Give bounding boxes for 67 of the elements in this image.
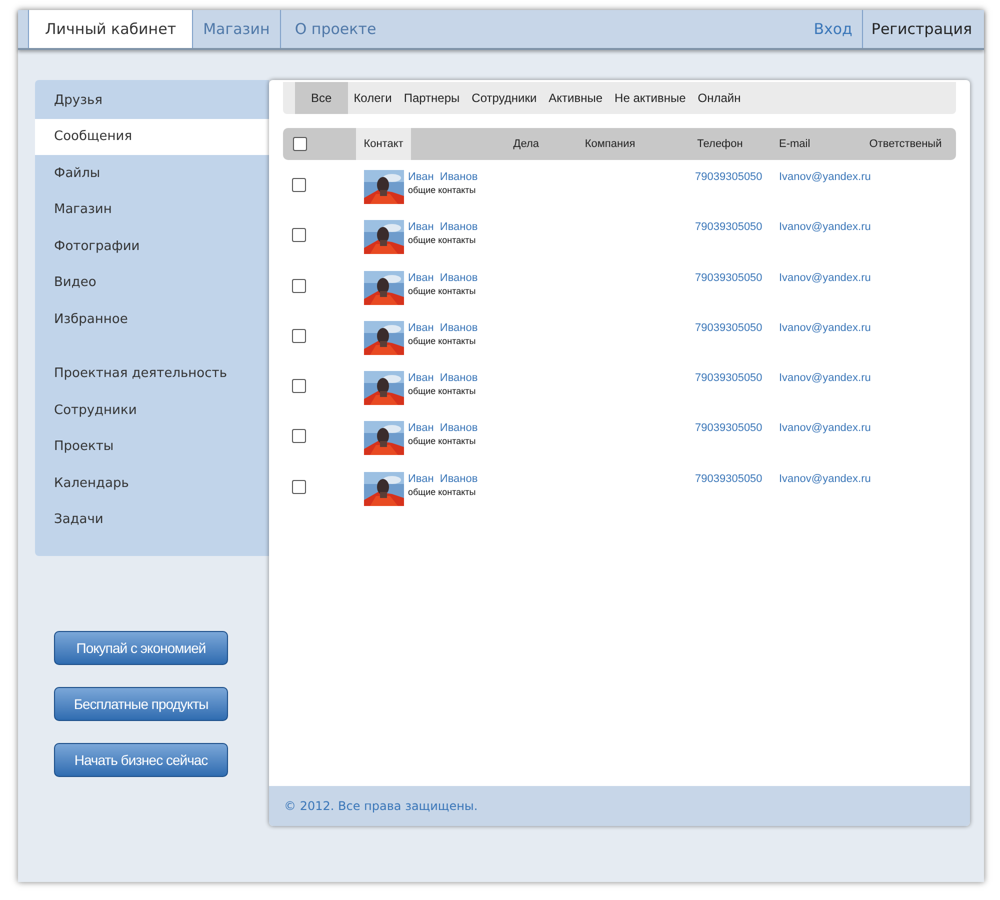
sidebar-item[interactable]: Сотрудники: [35, 392, 269, 428]
sidebar-item[interactable]: Файлы: [35, 155, 269, 192]
copyright-text: © 2012. Все права защищены.: [284, 798, 478, 815]
phone-cell-text: 79039305050: [694, 421, 764, 436]
contact-group: общие контакты: [408, 334, 478, 347]
column-header[interactable]: Телефон: [665, 128, 775, 160]
filter-tab[interactable]: Колеги: [348, 82, 398, 114]
sidebar-item[interactable]: Сообщения: [35, 118, 269, 155]
email-link[interactable]: Ivanov@yandex.ru: [775, 371, 956, 412]
promo-button[interactable]: Бесплатные продукты: [54, 687, 228, 721]
filter-tab[interactable]: Активные: [542, 82, 609, 114]
promo-button[interactable]: Начать бизнес сейчас: [54, 743, 228, 777]
contact-name[interactable]: Иван Иванов: [408, 320, 478, 335]
phone-cell-text: 79039305050: [694, 472, 764, 487]
filter-tab[interactable]: Все: [295, 82, 348, 114]
promo-button[interactable]: Покупай с экономией: [54, 631, 228, 665]
column-header[interactable]: Контакт: [356, 128, 411, 160]
sidebar-item[interactable]: Видео: [35, 264, 269, 301]
contact-group: общие контакты: [408, 435, 478, 448]
contact-name[interactable]: Иван Иванов: [408, 472, 478, 486]
sidebar-item[interactable]: Магазин: [35, 192, 269, 228]
email-link[interactable]: Ivanov@yandex.ru: [775, 170, 956, 210]
checkbox[interactable]: [292, 228, 306, 242]
column-header[interactable]: E-mail: [775, 128, 855, 160]
email-link[interactable]: Ivanov@yandex.ru: [775, 421, 956, 462]
sidebar-item[interactable]: Задачи: [35, 502, 269, 538]
filter-tab[interactable]: Сотрудники: [466, 82, 543, 114]
email-link[interactable]: Ivanov@yandex.ru: [775, 320, 956, 362]
contact-group: общие контакты: [408, 486, 478, 498]
contact-group: общие контакты: [408, 385, 478, 398]
nav-tab[interactable]: Личный кабинет: [28, 10, 192, 48]
phone-cell-text: 79039305050: [694, 170, 764, 185]
contact-name[interactable]: Иван Иванов: [408, 270, 478, 285]
contact-name[interactable]: Иван Иванов: [408, 421, 478, 436]
contact-group: общие контакты: [408, 234, 478, 246]
email-link[interactable]: Ivanov@yandex.ru: [775, 472, 956, 512]
checkbox[interactable]: [292, 178, 306, 192]
filter-tab[interactable]: Не активные: [608, 82, 692, 114]
sidebar-item[interactable]: Фотографии: [35, 228, 269, 264]
sidebar-item[interactable]: Избранное: [35, 301, 269, 338]
contact-name[interactable]: Иван Иванов: [408, 371, 478, 386]
checkbox[interactable]: [292, 379, 306, 394]
phone-cell-text: 79039305050: [694, 220, 764, 236]
column-header[interactable]: Ответственый: [855, 128, 956, 160]
checkbox[interactable]: [292, 480, 306, 494]
sidebar-item[interactable]: Календарь: [35, 465, 269, 502]
column-header[interactable]: Компания: [555, 128, 665, 160]
checkbox[interactable]: [292, 429, 306, 444]
checkbox[interactable]: [292, 328, 306, 343]
phone-cell-text: 79039305050: [694, 320, 764, 336]
email-link[interactable]: Ivanov@yandex.ru: [775, 220, 956, 261]
contact-name[interactable]: Иван Иванов: [408, 220, 478, 234]
sidebar-item[interactable]: Проекты: [35, 428, 269, 465]
checkbox[interactable]: [292, 278, 306, 293]
phone-cell-text: 79039305050: [694, 270, 764, 286]
checkbox[interactable]: [293, 137, 307, 151]
phone-cell-text: 79039305050: [694, 371, 764, 386]
filter-tab[interactable]: Партнеры: [398, 82, 466, 114]
filter-tab[interactable]: Онлайн: [692, 82, 747, 114]
contact-name[interactable]: Иван Иванов: [408, 170, 478, 184]
register-link[interactable]: Регистрация: [863, 10, 984, 48]
sidebar-item[interactable]: Друзья: [35, 82, 269, 118]
email-link[interactable]: Ivanov@yandex.ru: [775, 270, 956, 311]
contact-group: общие контакты: [408, 184, 478, 196]
column-header[interactable]: Дела: [411, 128, 555, 160]
sidebar-item[interactable]: Проектная деятельность: [35, 356, 269, 392]
contact-group: общие контакты: [408, 284, 478, 297]
